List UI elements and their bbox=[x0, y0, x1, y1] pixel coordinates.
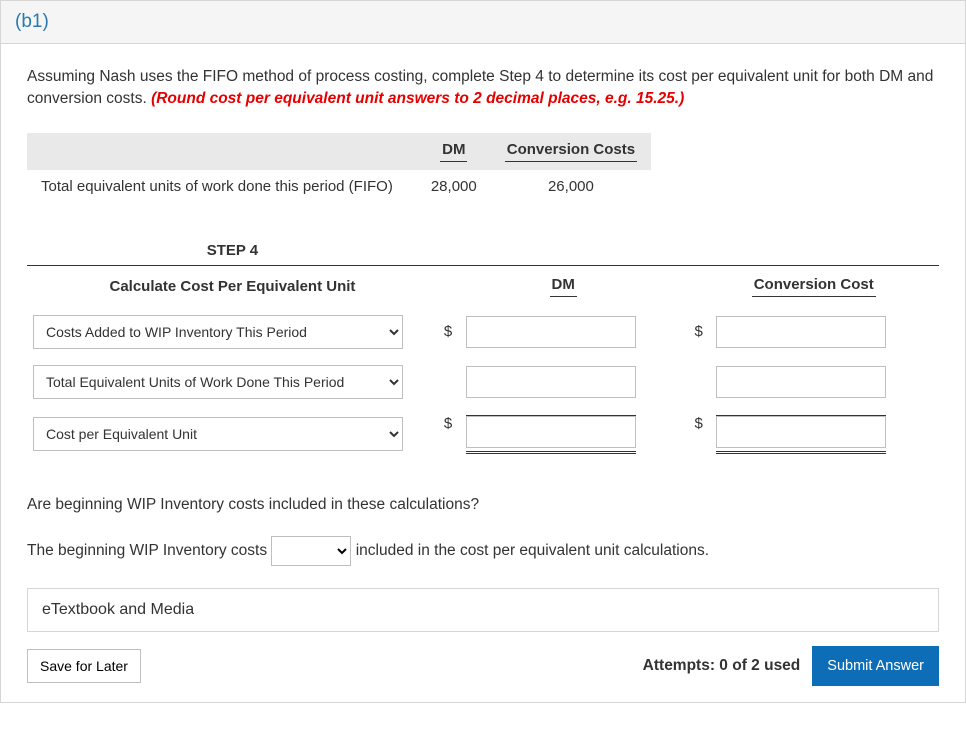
cc-input-row0[interactable] bbox=[716, 316, 886, 348]
save-for-later-button[interactable]: Save for Later bbox=[27, 649, 141, 683]
step4-row: Costs Added to WIP Inventory This Period… bbox=[27, 307, 939, 357]
question-body: Assuming Nash uses the FIFO method of pr… bbox=[1, 44, 965, 702]
cc-input-row1[interactable] bbox=[716, 366, 886, 398]
equivalent-units-table: DM Conversion Costs Total equivalent uni… bbox=[27, 133, 651, 203]
eq-cc-value: 26,000 bbox=[491, 170, 651, 203]
dm-input-row1[interactable] bbox=[466, 366, 636, 398]
question-header: (b1) bbox=[1, 1, 965, 44]
eq-col-cc-header: Conversion Costs bbox=[491, 133, 651, 170]
submit-answer-button[interactable]: Submit Answer bbox=[812, 646, 939, 686]
instructions-hint: (Round cost per equivalent unit answers … bbox=[151, 90, 684, 107]
included-select[interactable] bbox=[271, 536, 351, 566]
dm-input-row2[interactable] bbox=[466, 416, 636, 448]
step4-table: STEP 4 Calculate Cost Per Equivalent Uni… bbox=[27, 241, 939, 462]
instructions: Assuming Nash uses the FIFO method of pr… bbox=[27, 66, 939, 111]
step4-row: Cost per Equivalent Unit $ $ bbox=[27, 407, 939, 462]
row-label-select[interactable]: Total Equivalent Units of Work Done This… bbox=[33, 365, 403, 399]
step4-col-cc: Conversion Cost bbox=[688, 265, 939, 307]
step4-section: STEP 4 Calculate Cost Per Equivalent Uni… bbox=[27, 241, 939, 462]
eq-dm-value: 28,000 bbox=[417, 170, 491, 203]
dm-input-row0[interactable] bbox=[466, 316, 636, 348]
row-label-select[interactable]: Costs Added to WIP Inventory This Period bbox=[33, 315, 403, 349]
sentence-post: included in the cost per equivalent unit… bbox=[356, 542, 709, 559]
followup-question: Are beginning WIP Inventory costs includ… bbox=[27, 496, 939, 514]
eq-col-dm-header: DM bbox=[417, 133, 491, 170]
dollar-sign: $ bbox=[444, 415, 456, 432]
cc-input-row2[interactable] bbox=[716, 416, 886, 448]
footer-bar: Save for Later Attempts: 0 of 2 used Sub… bbox=[27, 646, 939, 686]
row-label-select[interactable]: Cost per Equivalent Unit bbox=[33, 417, 403, 451]
step4-col-dm: DM bbox=[438, 265, 689, 307]
step4-row: Total Equivalent Units of Work Done This… bbox=[27, 357, 939, 407]
part-label: (b1) bbox=[15, 11, 49, 32]
etextbook-bar[interactable]: eTextbook and Media bbox=[27, 588, 939, 632]
sentence-pre: The beginning WIP Inventory costs bbox=[27, 542, 271, 559]
dollar-sign: $ bbox=[444, 323, 456, 340]
attempts-label: Attempts: 0 of 2 used bbox=[643, 657, 801, 675]
eq-blank-header bbox=[27, 133, 417, 170]
step4-title: STEP 4 bbox=[27, 241, 438, 266]
step4-col-calc: Calculate Cost Per Equivalent Unit bbox=[27, 265, 438, 307]
eq-row-label: Total equivalent units of work done this… bbox=[27, 170, 417, 203]
dollar-sign: $ bbox=[694, 415, 706, 432]
fill-in-sentence: The beginning WIP Inventory costs includ… bbox=[27, 536, 939, 566]
question-card: (b1) Assuming Nash uses the FIFO method … bbox=[0, 0, 966, 703]
dollar-sign: $ bbox=[694, 323, 706, 340]
